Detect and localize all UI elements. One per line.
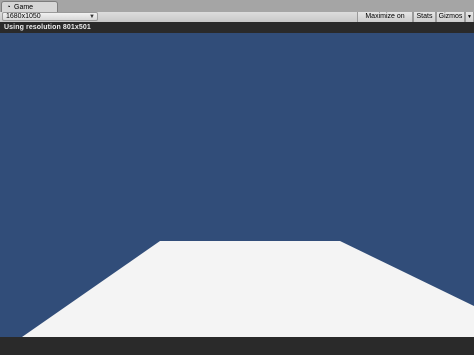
bottom-bar [0,337,474,355]
stats-button[interactable]: Stats [413,12,436,22]
chevron-down-icon: ▼ [89,14,95,20]
gizmos-button[interactable]: Gizmos [436,12,465,22]
gizmos-dropdown-button[interactable]: ▼ [465,12,474,22]
chevron-down-icon: ▼ [467,14,472,20]
tab-game-label: Game [14,4,34,11]
resolution-status-text: Using resolution 801x501 [4,24,91,31]
resolution-value: 1680x1050 [6,13,41,20]
game-viewport[interactable] [0,33,474,337]
maximize-on-play-button[interactable]: Maximize on Play [357,12,413,30]
ground-plane [22,241,474,337]
resolution-status-bar: Using resolution 801x501 [0,22,474,33]
scene-render [22,241,474,337]
resolution-dropdown[interactable]: 1680x1050 ▼ [2,12,98,21]
